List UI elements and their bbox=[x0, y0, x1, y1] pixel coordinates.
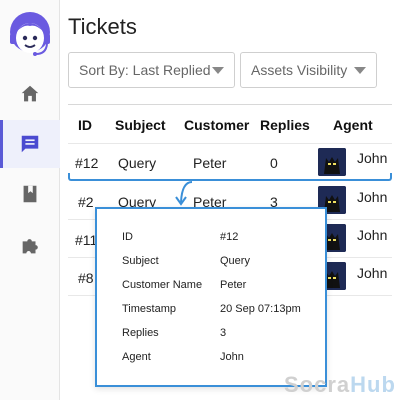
sidebar-item-knowledge-base[interactable] bbox=[0, 170, 60, 218]
sidebar-item-integrations[interactable] bbox=[0, 222, 60, 270]
sort-by-label: Sort By: Last Replied bbox=[79, 62, 211, 78]
ticket-agent: John bbox=[357, 227, 388, 243]
detail-value: 3 bbox=[220, 327, 227, 339]
sidebar-item-tickets[interactable] bbox=[0, 120, 60, 168]
detail-value: 20 Sep 07:13pm bbox=[220, 303, 301, 315]
column-header-id[interactable]: ID bbox=[78, 117, 92, 133]
column-header-customer[interactable]: Customer bbox=[184, 117, 249, 133]
ticket-agent: John bbox=[357, 150, 388, 166]
watermark-part-2: Hub bbox=[350, 372, 396, 397]
agent-avatar bbox=[318, 148, 346, 176]
column-header-agent[interactable]: Agent bbox=[333, 117, 373, 133]
connector-arrow-icon bbox=[175, 181, 193, 206]
sidebar-item-home[interactable] bbox=[0, 70, 60, 118]
detail-key: Replies bbox=[122, 327, 159, 339]
ticket-detail-popup: ID #12 Subject Query Customer Name Peter… bbox=[95, 207, 327, 387]
detail-value: Query bbox=[220, 255, 250, 267]
ticket-id: #11 bbox=[75, 232, 98, 248]
detail-value: John bbox=[220, 351, 244, 363]
caret-down-icon bbox=[212, 67, 224, 74]
column-header-subject[interactable]: Subject bbox=[115, 117, 166, 133]
column-header-replies[interactable]: Replies bbox=[260, 117, 310, 133]
watermark-part-1: Socra bbox=[284, 372, 351, 397]
page-title: Tickets bbox=[68, 14, 137, 39]
detail-key: Customer Name bbox=[122, 279, 203, 291]
detail-key: Agent bbox=[122, 351, 151, 363]
detail-key: Subject bbox=[122, 255, 159, 267]
ticket-replies: 0 bbox=[270, 155, 278, 171]
detail-value: #12 bbox=[220, 231, 239, 243]
watermark: SocraHub bbox=[284, 372, 396, 398]
ticket-id: #12 bbox=[75, 155, 99, 171]
header-row-divider bbox=[68, 143, 392, 144]
ticket-customer: Peter bbox=[193, 155, 227, 171]
ticket-id: #2 bbox=[78, 194, 94, 210]
sidebar bbox=[0, 0, 60, 400]
home-icon bbox=[21, 85, 39, 102]
ticket-id: #8 bbox=[78, 270, 94, 286]
selected-row-highlight bbox=[68, 173, 392, 181]
puzzle-icon bbox=[22, 239, 38, 254]
ticket-subject: Query bbox=[118, 155, 157, 171]
ticket-agent: John bbox=[357, 189, 388, 205]
ticket-agent: John bbox=[357, 265, 388, 281]
detail-key: ID bbox=[122, 231, 133, 243]
chat-icon bbox=[21, 135, 39, 153]
detail-value: Peter bbox=[220, 279, 247, 291]
assets-visibility-label: Assets Visibility bbox=[251, 62, 348, 78]
caret-down-icon bbox=[354, 67, 366, 74]
detail-key: Timestamp bbox=[122, 303, 176, 315]
assets-visibility-dropdown[interactable]: Assets Visibility bbox=[240, 52, 377, 88]
support-agent-logo-icon bbox=[6, 6, 54, 60]
book-icon bbox=[23, 185, 37, 203]
sort-by-dropdown[interactable]: Sort By: Last Replied bbox=[68, 52, 235, 88]
table-top-divider bbox=[68, 104, 392, 105]
